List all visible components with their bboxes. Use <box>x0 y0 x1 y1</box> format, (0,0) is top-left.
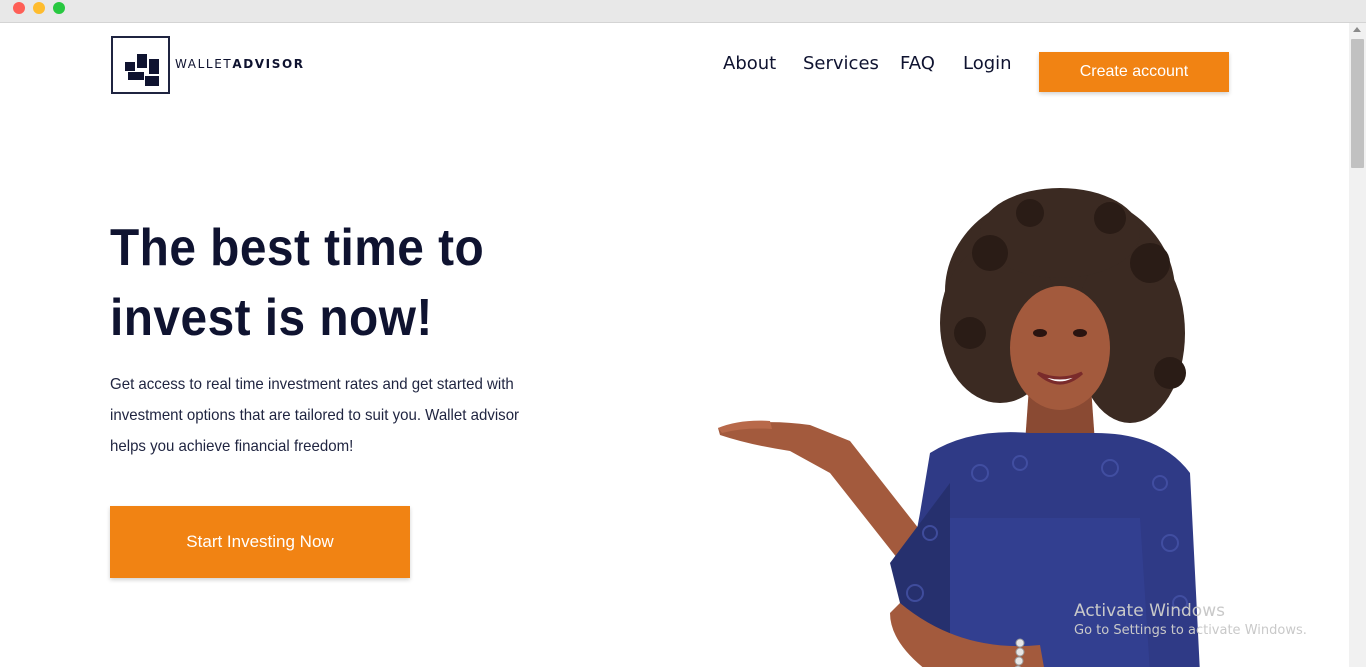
nav-faq-link[interactable]: FAQ <box>900 53 935 74</box>
maximize-window-button[interactable] <box>53 2 65 14</box>
browser-chrome <box>0 0 1366 23</box>
brand-name-light: WALLET <box>175 57 233 71</box>
page-viewport: WALLETADVISOR About Services FAQ Login C… <box>0 23 1349 667</box>
nav-about-link[interactable]: About <box>723 53 776 74</box>
close-window-button[interactable] <box>13 2 25 14</box>
wallet-advisor-logo-icon <box>111 36 170 94</box>
nav-login-link[interactable]: Login <box>963 53 1012 74</box>
brand-logo[interactable]: WALLETADVISOR <box>111 36 305 94</box>
hero-title-line-1: The best time to <box>110 219 485 277</box>
hero-description: Get access to real time investment rates… <box>110 376 520 455</box>
scroll-up-arrow-icon[interactable] <box>1353 27 1361 32</box>
hero-title: The best time to invest is now! <box>110 213 552 353</box>
create-account-button[interactable]: Create account <box>1039 52 1229 92</box>
minimize-window-button[interactable] <box>33 2 45 14</box>
watermark-subtitle: Go to Settings to activate Windows. <box>1074 623 1307 638</box>
start-investing-button[interactable]: Start Investing Now <box>110 506 410 578</box>
vertical-scrollbar[interactable] <box>1349 23 1366 667</box>
woman-presenting-image <box>718 188 1200 667</box>
nav-services-link[interactable]: Services <box>803 53 879 74</box>
brand-name: WALLETADVISOR <box>175 57 305 71</box>
activate-windows-watermark: Activate Windows Go to Settings to activ… <box>1074 601 1307 638</box>
brand-name-bold: ADVISOR <box>232 57 305 71</box>
hero-title-line-2: invest is now! <box>110 289 433 347</box>
watermark-title: Activate Windows <box>1074 601 1225 621</box>
scrollbar-thumb[interactable] <box>1351 39 1364 168</box>
